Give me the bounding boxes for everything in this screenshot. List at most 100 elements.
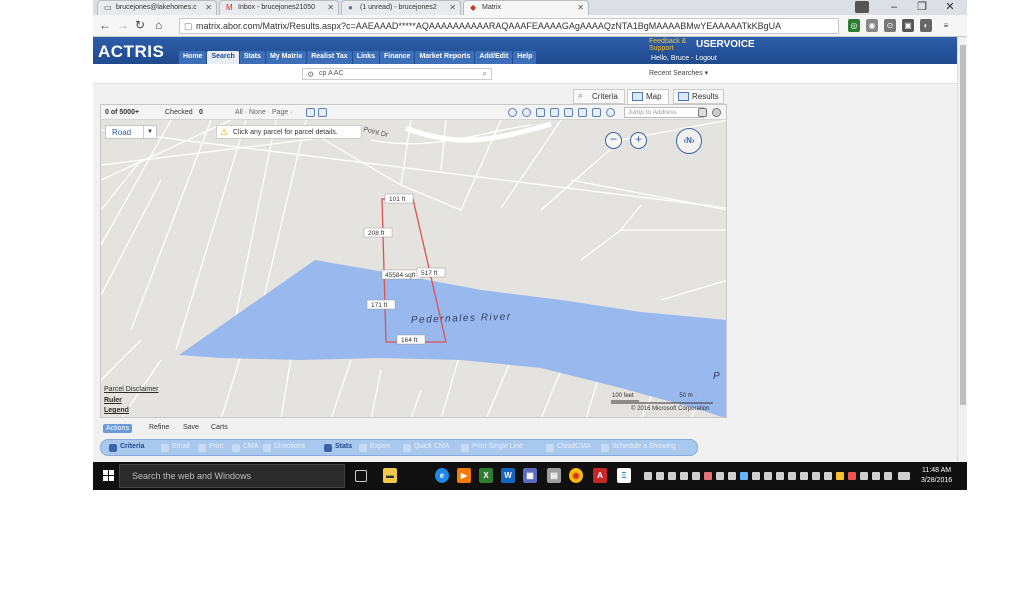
criteria-button[interactable]: Criteria — [109, 443, 145, 452]
media-icon[interactable]: ▶ — [457, 468, 471, 483]
tray-icon[interactable] — [824, 472, 832, 480]
print-single-line-button[interactable]: Print Single Line — [461, 443, 523, 452]
tray-icon[interactable] — [860, 472, 868, 480]
locate-icon[interactable] — [508, 108, 517, 117]
resize-tool-icon[interactable] — [318, 108, 327, 117]
nav-realist-tax[interactable]: Realist Tax — [307, 51, 352, 64]
browser-tab-lakehomes[interactable]: ▭ brucejones@lakehomes.c ✕ — [97, 0, 217, 15]
tray-icon[interactable] — [812, 472, 820, 480]
measure-icon[interactable] — [564, 108, 573, 117]
nav-home[interactable]: Home — [179, 51, 207, 64]
actris-logo[interactable]: ACTRIS — [98, 42, 164, 62]
quick-cma-button[interactable]: Quick CMA — [403, 443, 449, 452]
ie-icon[interactable]: e — [435, 468, 449, 483]
notifications-icon[interactable] — [898, 472, 910, 480]
search-icon[interactable]: ⌕ — [483, 69, 487, 79]
tab-map[interactable]: Map — [627, 89, 669, 104]
volume-icon[interactable] — [884, 472, 892, 480]
parcel-disclaimer-link[interactable]: Parcel Disclaimer — [104, 386, 158, 393]
close-icon[interactable]: ✕ — [577, 3, 584, 12]
app-icon[interactable]: Ξ — [617, 468, 631, 483]
directions-button[interactable]: Directions — [263, 443, 305, 452]
close-icon[interactable]: ✕ — [449, 3, 456, 12]
nav-market-reports[interactable]: Market Reports — [415, 51, 475, 64]
nav-search[interactable]: Search — [207, 51, 239, 64]
uservoice-logo[interactable]: USERVOICE — [696, 39, 755, 50]
browser-tab-matrix[interactable]: ◆ Matrix ✕ — [463, 0, 589, 15]
draw-icon[interactable] — [578, 108, 587, 117]
gear-icon[interactable] — [712, 108, 721, 117]
polygon-select-icon[interactable] — [550, 108, 559, 117]
tray-icon[interactable] — [644, 472, 652, 480]
nav-stats[interactable]: Stats — [239, 51, 265, 64]
home-icon[interactable]: ⌂ — [155, 18, 162, 32]
minimize-icon[interactable]: – — [881, 0, 907, 15]
photos-icon[interactable]: ▦ — [523, 468, 537, 483]
window-close-icon[interactable]: ✕ — [937, 0, 963, 15]
map-canvas[interactable]: Point Dr Pedernales River P 101 ft 208 f… — [101, 120, 727, 418]
menu-icon[interactable]: ≡ — [940, 19, 952, 32]
extension-icon[interactable]: ◉ — [866, 19, 878, 32]
map-type-select[interactable]: Road ▼ — [105, 125, 157, 139]
tray-icon[interactable] — [788, 472, 796, 480]
zoom-out-button[interactable]: − — [605, 132, 622, 149]
pointer-tool-icon[interactable] — [306, 108, 315, 117]
tray-icon[interactable] — [776, 472, 784, 480]
network-icon[interactable] — [872, 472, 880, 480]
tray-icon[interactable] — [692, 472, 700, 480]
tray-icon[interactable] — [704, 472, 712, 480]
tray-icon[interactable] — [800, 472, 808, 480]
calculator-icon[interactable]: ▤ — [547, 468, 561, 483]
export-button[interactable]: Export — [359, 443, 390, 452]
page-scrollbar[interactable] — [957, 37, 967, 462]
chrome-icon[interactable]: ◉ — [569, 468, 583, 483]
rectangle-select-icon[interactable] — [536, 108, 545, 117]
extension-icon[interactable]: ▣ — [902, 19, 914, 32]
print-icon[interactable] — [592, 108, 601, 117]
maximize-icon[interactable]: ❐ — [909, 0, 935, 15]
scrollbar-thumb[interactable] — [960, 45, 966, 405]
extension-icon[interactable]: ◎ — [848, 19, 860, 32]
file-explorer-icon[interactable]: ▬ — [383, 468, 397, 483]
browser-tab-inbox[interactable]: M Inbox - brucejones21050 ✕ — [219, 0, 339, 15]
ruler-link[interactable]: Ruler — [104, 397, 122, 404]
tab-carts[interactable]: Carts — [211, 424, 228, 431]
select-options[interactable]: All · None · Page · — [235, 109, 293, 116]
target-icon[interactable] — [522, 108, 531, 117]
zoom-in-button[interactable]: + — [630, 132, 647, 149]
tab-criteria[interactable]: ⌕ Criteria — [573, 89, 625, 104]
schedule-showing-button[interactable]: Schedule a Showing — [601, 443, 676, 452]
nav-my-matrix[interactable]: My Matrix — [265, 51, 307, 64]
tray-icon[interactable] — [740, 472, 748, 480]
extension-icon[interactable]: ⊙ — [884, 19, 896, 32]
jump-to-address-input[interactable]: Jump to Address — [624, 107, 704, 118]
taskbar-search-input[interactable]: Search the web and Windows — [119, 464, 345, 488]
excel-icon[interactable]: X — [479, 468, 493, 483]
tray-icon[interactable] — [680, 472, 688, 480]
tray-icon[interactable] — [668, 472, 676, 480]
url-field[interactable]: ▢ matrix.abor.com/Matrix/Results.aspx?c=… — [179, 18, 839, 34]
extension-icon[interactable]: ◐ — [920, 19, 932, 32]
tray-icon[interactable] — [656, 472, 664, 480]
close-icon[interactable]: ✕ — [327, 3, 334, 12]
windows-start-icon[interactable] — [103, 470, 115, 482]
tab-refine[interactable]: Refine — [149, 424, 169, 431]
tab-actions[interactable]: Actions — [103, 424, 132, 433]
user-profile-icon[interactable] — [855, 1, 869, 13]
layers-icon[interactable] — [606, 108, 615, 117]
tray-icon[interactable] — [836, 472, 844, 480]
forward-arrow-icon[interactable]: → — [117, 18, 129, 32]
chevron-down-icon[interactable] — [698, 108, 707, 117]
cma-button[interactable]: CMA — [232, 443, 259, 452]
word-icon[interactable]: W — [501, 468, 515, 483]
print-button[interactable]: Print — [198, 443, 223, 452]
email-button[interactable]: Email — [161, 443, 190, 452]
cloudcma-button[interactable]: CloudCMA — [546, 443, 591, 452]
tray-icon[interactable] — [728, 472, 736, 480]
recent-searches-dropdown[interactable]: Recent Searches ▾ — [649, 69, 708, 77]
nav-finance[interactable]: Finance — [379, 51, 415, 64]
tray-icon[interactable] — [752, 472, 760, 480]
task-view-icon[interactable] — [355, 470, 367, 482]
tab-results[interactable]: Results — [673, 89, 724, 104]
acrobat-icon[interactable]: A — [593, 468, 607, 483]
